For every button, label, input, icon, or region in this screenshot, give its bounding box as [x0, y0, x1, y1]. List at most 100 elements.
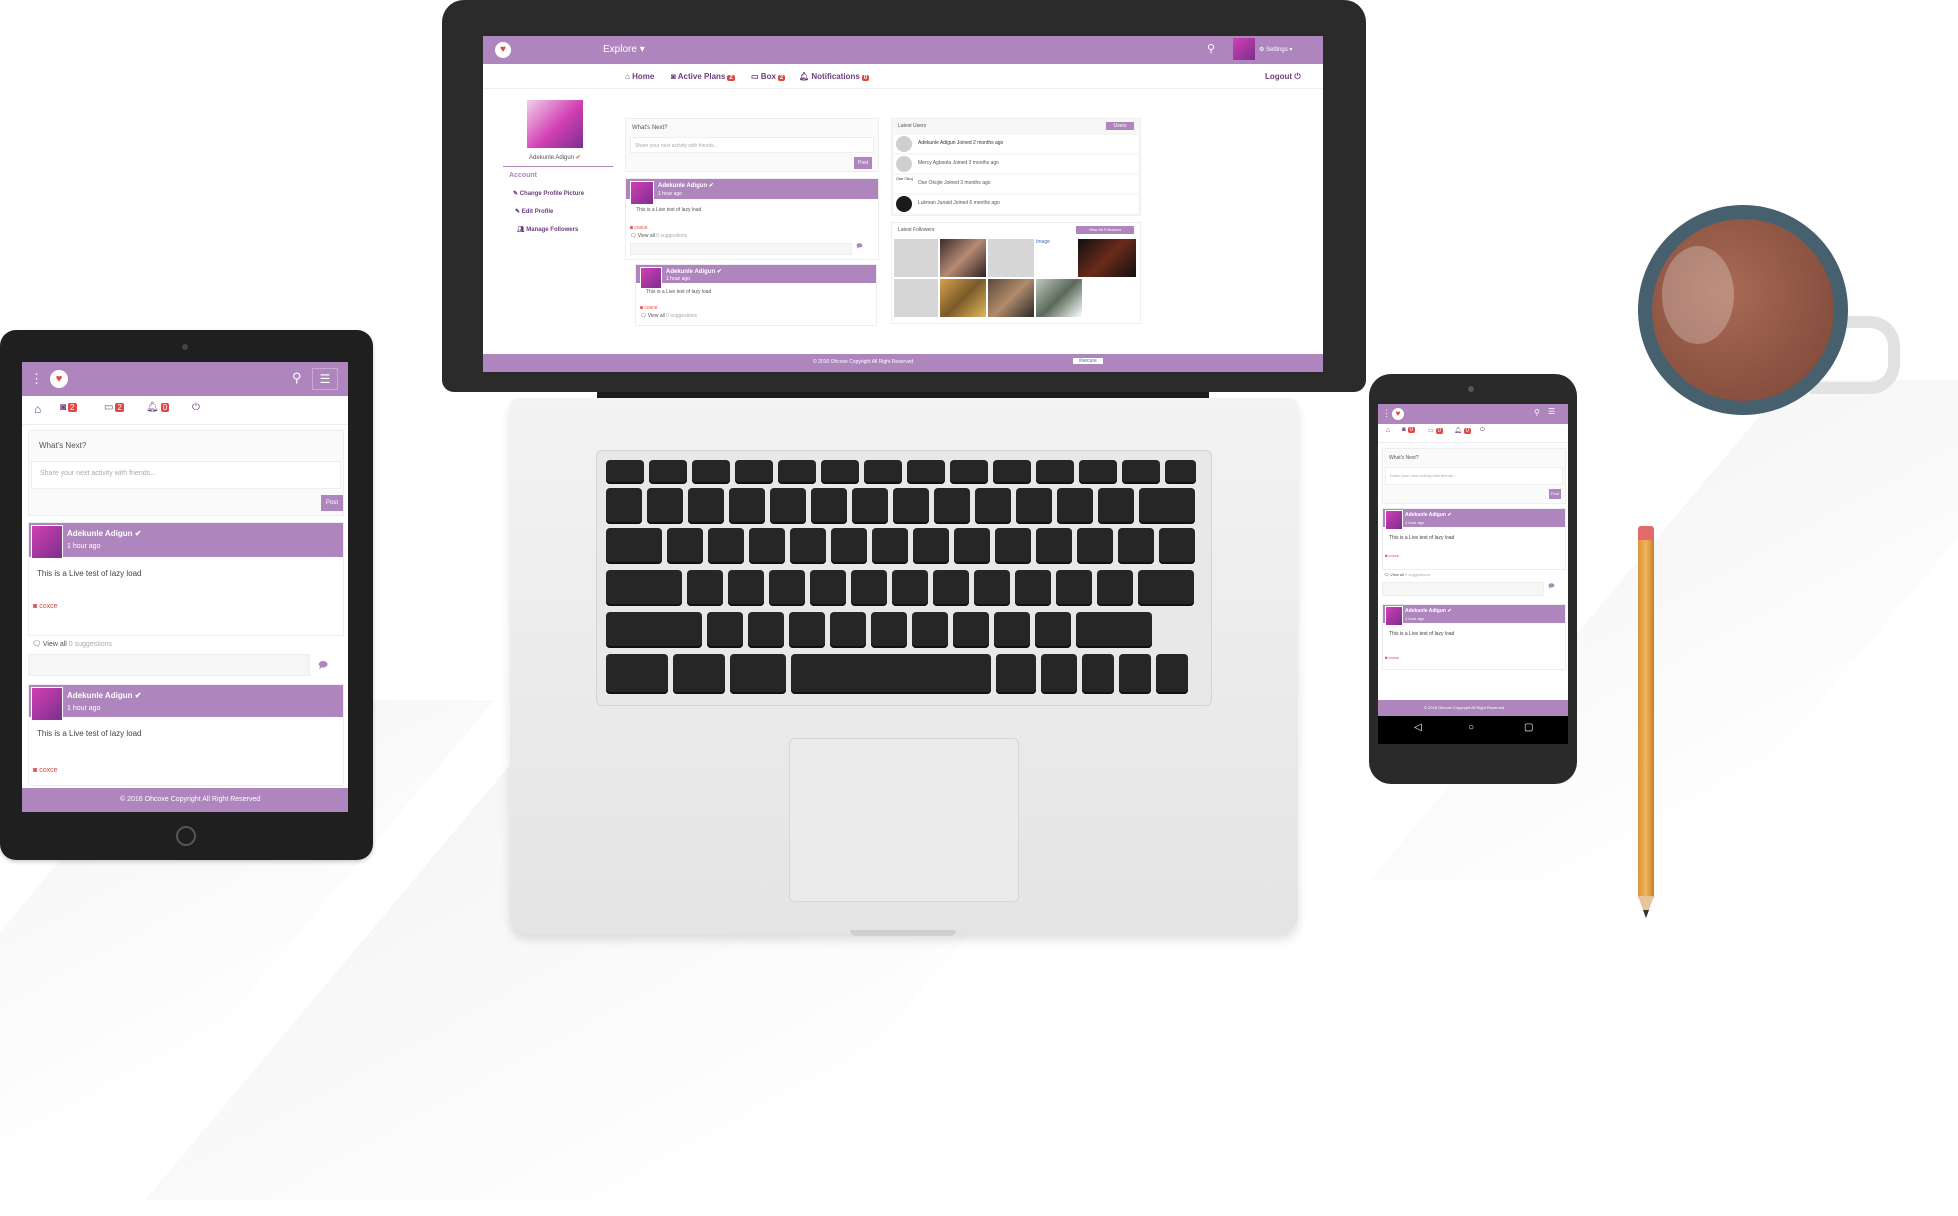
home-circle-icon[interactable]: ○ — [1468, 722, 1474, 733]
follower-thumb[interactable] — [1078, 239, 1136, 277]
hamburger-menu-icon[interactable]: ☰ — [312, 368, 338, 390]
nav-notifications[interactable]: 🔔︎ Notifications 0 — [799, 72, 870, 81]
back-icon[interactable]: ◁ — [1414, 722, 1422, 733]
search-icon[interactable]: ⚲ — [1534, 408, 1540, 417]
bell-icon[interactable]: 🔔︎ 0 — [146, 402, 170, 413]
follower-thumb[interactable] — [940, 239, 986, 277]
phone-top-nav: ⋮ ♥ ⚲ ☰ — [1378, 404, 1568, 424]
nav-home[interactable]: ⌂ Home — [625, 72, 654, 81]
keyboard-key — [1165, 460, 1196, 484]
follower-thumb[interactable] — [988, 239, 1034, 277]
post-author[interactable]: Adekunle Adigun ✔ — [67, 691, 141, 700]
avatar[interactable] — [1233, 38, 1255, 60]
post-author[interactable]: Adekunle Adigun ✔ — [1405, 608, 1452, 614]
coxce-button[interactable]: ◙ coxce — [33, 603, 57, 610]
notifications-badge: 0 — [1463, 428, 1471, 434]
coxce-button[interactable]: ◙ coxce — [640, 305, 657, 311]
profile-photo[interactable] — [527, 100, 583, 148]
nav-box[interactable]: ▭ Box 2 — [751, 72, 786, 81]
user-row[interactable]: Mercy Agboola Joined 3 months ago — [894, 155, 1138, 173]
recents-icon[interactable]: ▢ — [1524, 722, 1533, 733]
inbox-icon[interactable]: ▭ 2 — [104, 402, 124, 413]
nav-active-plans[interactable]: ◙ Active Plans 2 — [671, 72, 735, 81]
power-icon[interactable]: ⏻ — [1480, 427, 1485, 434]
post-button[interactable]: Post — [1549, 489, 1561, 499]
composer-input[interactable]: Share your next activity with friends... — [31, 461, 341, 489]
comment-input[interactable] — [28, 654, 310, 676]
hearts-logo-icon[interactable]: ♥ — [50, 370, 68, 388]
coxce-button[interactable]: ◙ coxce — [1385, 655, 1399, 660]
hamburger-menu-icon[interactable]: ☰ — [1548, 407, 1555, 416]
hearts-logo-icon[interactable]: ♥ — [495, 42, 511, 58]
post-author[interactable]: Adekunle Adigun ✔ — [1405, 512, 1452, 518]
view-all-followers-label: View All Followers — [1088, 227, 1122, 232]
trackpad[interactable] — [789, 738, 1019, 902]
menu-change-profile-picture[interactable]: ✎ Change Profile Picture — [513, 190, 584, 197]
view-all-link[interactable]: 🗨︎ View all 0 suggestions — [630, 233, 687, 239]
avatar[interactable] — [31, 525, 63, 559]
keyboard-key — [735, 460, 773, 484]
avatar[interactable] — [1385, 606, 1403, 626]
menu-manage-followers[interactable]: 👥︎ Manage Followers — [517, 226, 578, 233]
avatar[interactable] — [1385, 510, 1403, 530]
kebab-menu-icon[interactable]: ⋮ — [30, 371, 43, 387]
follower-thumb[interactable] — [894, 239, 938, 277]
coxce-button[interactable]: ◙ coxce — [1385, 553, 1399, 558]
post-author[interactable]: Adekunle Adigun ✔ — [658, 182, 714, 189]
kebab-menu-icon[interactable]: ⋮ — [1382, 408, 1391, 419]
search-icon[interactable]: ⚲ — [292, 370, 302, 386]
camera-icon[interactable]: ◙ 2 — [60, 402, 77, 413]
explore-menu[interactable]: Explore ▾ — [603, 44, 645, 55]
camera-icon[interactable]: ◙ 0 — [1402, 427, 1415, 433]
post-author[interactable]: Adekunle Adigun ✔ — [666, 268, 722, 275]
verified-icon: ✔ — [1447, 608, 1452, 614]
menu-edit-profile[interactable]: ✎ Edit Profile — [515, 208, 553, 215]
home-icon[interactable]: ⌂ — [34, 402, 41, 416]
power-icon[interactable]: ⏻ — [192, 402, 200, 413]
avatar[interactable] — [630, 181, 654, 205]
post-author-name: Adekunle Adigun — [1405, 608, 1446, 614]
users-button[interactable]: Users — [1106, 122, 1134, 130]
send-comment-icon[interactable]: 🗩︎ — [856, 242, 863, 252]
search-icon[interactable]: ⚲ — [1207, 42, 1215, 55]
coxce-button[interactable]: ◙ coxce — [630, 225, 647, 231]
nav-logout[interactable]: Logout ⏻ — [1265, 72, 1301, 82]
follower-thumb[interactable] — [1036, 279, 1082, 317]
bell-icon[interactable]: 🔔︎ 0 — [1454, 427, 1471, 434]
avatar[interactable] — [31, 687, 63, 721]
settings-menu[interactable]: ⚙ Settings ▾ — [1259, 46, 1292, 53]
hearts-logo-icon[interactable]: ♥ — [1392, 408, 1404, 420]
view-all-link[interactable]: 🗨︎ View all 0 suggestions — [32, 640, 112, 648]
post-text: This is a Live test of lazy load — [1389, 535, 1455, 541]
composer-input[interactable]: Share your next activity with friends... — [1385, 467, 1563, 485]
inbox-icon[interactable]: ▭ 0 — [1428, 427, 1444, 434]
user-row[interactable]: Lukman Junaid Joined 6 months ago — [894, 195, 1138, 213]
tablet-home-button[interactable] — [176, 826, 196, 846]
send-comment-icon[interactable]: 🗩︎ — [318, 658, 328, 674]
post-button[interactable]: Post — [854, 157, 872, 169]
keyboard-key — [778, 460, 816, 484]
post-button[interactable]: Post — [321, 495, 343, 511]
view-all-link[interactable]: 🗨︎ View all 0 suggestions — [640, 313, 697, 319]
keyboard-key — [811, 488, 847, 524]
keyboard-key — [852, 488, 888, 524]
follower-thumb[interactable] — [894, 279, 938, 317]
composer-input[interactable]: Share your next activity with friends... — [630, 137, 874, 153]
user-row[interactable]: Ose Okoj Ose Okojie Joined 3 months ago — [894, 175, 1138, 193]
avatar[interactable] — [640, 267, 662, 289]
view-all-followers-button[interactable]: View All Followers — [1076, 226, 1134, 234]
keyboard-key — [1076, 612, 1152, 648]
send-comment-icon[interactable]: 🗩︎ — [1548, 582, 1555, 592]
keyboard-key — [1118, 528, 1154, 564]
coxce-button[interactable]: ◙ coxce — [33, 767, 57, 774]
post-text: This is a Live test of lazy load — [37, 729, 142, 738]
follower-thumb[interactable] — [940, 279, 986, 317]
post-author[interactable]: Adekunle Adigun ✔ — [67, 529, 141, 538]
user-row[interactable]: Adekunle Adigun Joined 2 months ago — [894, 135, 1138, 153]
comment-input[interactable] — [630, 243, 852, 255]
view-all-link[interactable]: 🗨︎ View all 0 suggestions — [1384, 572, 1430, 577]
comment-input[interactable] — [1382, 582, 1544, 596]
follower-thumb[interactable] — [988, 279, 1034, 317]
pencil-lead — [1643, 910, 1649, 918]
home-icon[interactable]: ⌂ — [1386, 427, 1390, 434]
